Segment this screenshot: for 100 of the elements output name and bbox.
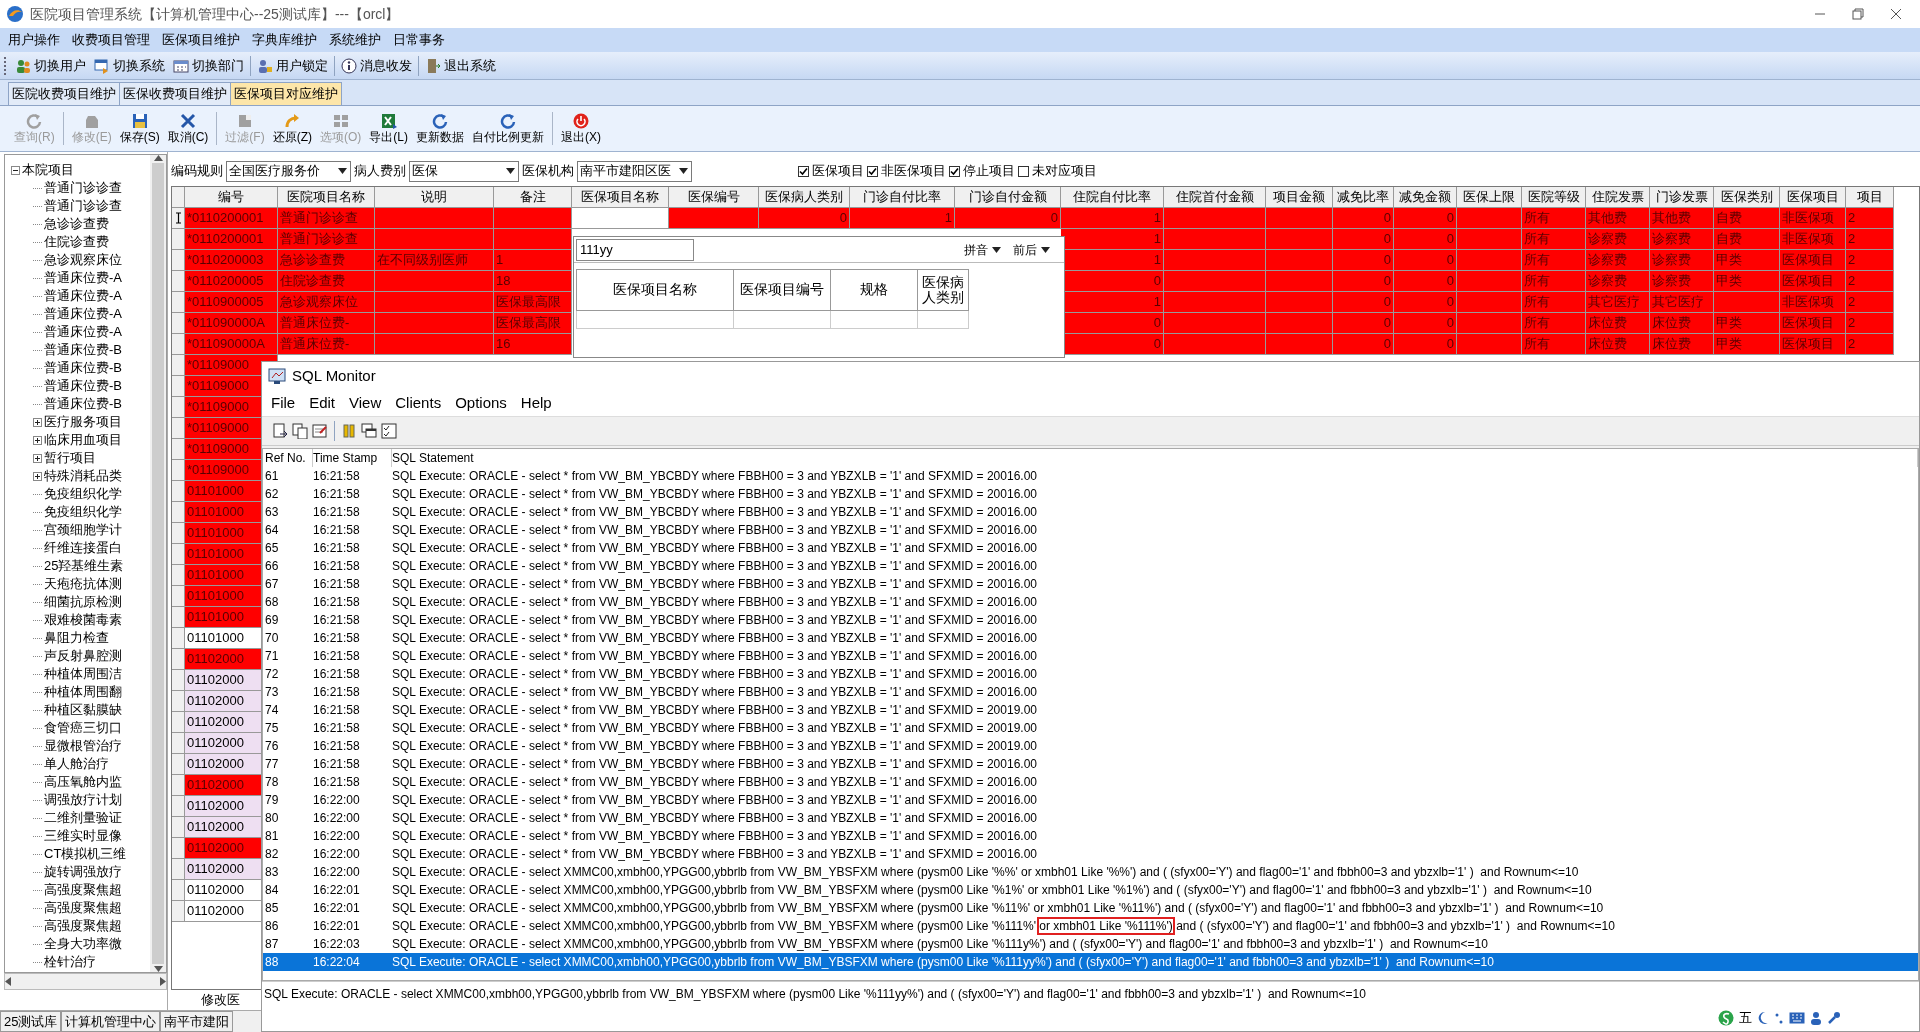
tab[interactable]: 医保收费项目维护 xyxy=(119,82,231,105)
table-cell[interactable]: 16:21:58 xyxy=(313,665,392,683)
tree-item[interactable]: 鼻阻力检查 xyxy=(44,628,109,648)
table-cell[interactable]: 16:21:58 xyxy=(313,773,392,791)
table-cell[interactable]: SQL Execute: ORACLE - select XMMC00,xmbh00,YPGG00,ybbrlb from VW_BM_YBSFXM where (pysm00 Like '%111%' or xmbh01 Like '%111%') and ( (sfyx00='Y') and flag00='1' and fbbh00=3 and ybzxlb='1' ) and Rownum<=10 xyxy=(392,917,1918,935)
tree-item[interactable]: 高强度聚焦超 xyxy=(44,916,122,936)
column-header[interactable]: 医保项目名称 xyxy=(572,187,669,208)
table-cell[interactable]: SQL Execute: ORACLE - select * from VW_BM_YBCBDY where FBBH00 = 3 and YBZXLB = '1' and SFXMID = 20016.00 xyxy=(392,791,1918,809)
table-cell[interactable]: 16:21:58 xyxy=(313,701,392,719)
menu-item[interactable]: Clients xyxy=(388,391,449,415)
tree-item[interactable]: 艰难梭菌毒素 xyxy=(44,610,122,630)
menu-item[interactable]: 用户操作 xyxy=(2,30,66,50)
tree-item[interactable]: 本院项目 xyxy=(22,160,74,180)
column-header[interactable]: Time Stamp xyxy=(313,449,392,467)
tree-item[interactable]: 普通床位费-B xyxy=(44,376,122,396)
table-cell[interactable]: 85 xyxy=(263,899,313,917)
table-cell[interactable]: 16:21:58 xyxy=(313,593,392,611)
table-cell[interactable]: 16:21:58 xyxy=(313,521,392,539)
menu-item[interactable]: Options xyxy=(448,391,514,415)
tree-item[interactable]: 临床用血项目 xyxy=(44,430,122,450)
tree-item[interactable]: 种植体周围洁 xyxy=(44,664,122,684)
dropdown-button[interactable]: 前后 xyxy=(1007,240,1056,259)
table-cell[interactable]: 16:22:00 xyxy=(313,827,392,845)
table-cell[interactable]: SQL Execute: ORACLE - select * from VW_BM_YBCBDY where FBBH00 = 3 and YBZXLB = '1' and SFXMID = 20016.00 xyxy=(392,539,1918,557)
tree-item[interactable]: 特殊消耗品类 xyxy=(44,466,122,486)
column-header[interactable]: 医保类别 xyxy=(1714,187,1780,208)
table-cell[interactable]: SQL Execute: ORACLE - select * from VW_BM_YBCBDY where FBBH00 = 3 and YBZXLB = '1' and SFXMID = 20016.00 xyxy=(392,611,1918,629)
tree-item[interactable]: 高强度聚焦超 xyxy=(44,880,122,900)
tree-item[interactable]: 细菌抗原检测 xyxy=(44,592,122,612)
toolbar-button[interactable]: 退出系统 xyxy=(421,54,500,77)
column-header[interactable]: 医院项目名称 xyxy=(278,187,375,208)
column-header[interactable]: 备注 xyxy=(494,187,572,208)
input-mode-text[interactable]: 五 xyxy=(1739,1008,1752,1028)
column-header[interactable]: 项目金额 xyxy=(1266,187,1333,208)
toolbar-button[interactable]: 退出(X) xyxy=(557,108,605,149)
table-cell[interactable]: SQL Execute: ORACLE - select * from VW_BM_YBCBDY where FBBH00 = 3 and YBZXLB = '1' and SFXMID = 20016.00 xyxy=(392,485,1918,503)
tree-item[interactable]: 旋转调强放疗 xyxy=(44,862,122,882)
table-cell[interactable]: SQL Execute: ORACLE - select * from VW_BM_YBCBDY where FBBH00 = 3 and YBZXLB = '1' and SFXMID = 20019.00 xyxy=(392,701,1918,719)
table-cell[interactable]: 16:22:01 xyxy=(313,917,392,935)
menu-item[interactable]: Help xyxy=(513,391,559,415)
table-cell[interactable]: 16:21:58 xyxy=(313,755,392,773)
table-cell[interactable]: SQL Execute: ORACLE - select * from VW_BM_YBCBDY where FBBH00 = 3 and YBZXLB = '1' and SFXMID = 20016.00 xyxy=(392,665,1918,683)
table-cell[interactable]: 16:21:58 xyxy=(313,719,392,737)
column-header[interactable]: 医院等级 xyxy=(1522,187,1586,208)
column-header[interactable]: 项目 xyxy=(1846,187,1894,208)
table-cell[interactable]: SQL Execute: ORACLE - select * from VW_BM_YBCBDY where FBBH00 = 3 and YBZXLB = '1' and SFXMID = 20016.00 xyxy=(392,755,1918,773)
tree-item[interactable]: 单人舱治疗 xyxy=(44,754,109,774)
dropdown-field[interactable]: 医保 xyxy=(409,160,519,182)
tree-item[interactable]: 普通床位费-A xyxy=(44,304,122,324)
table-cell[interactable]: 16:21:58 xyxy=(313,485,392,503)
tree-item[interactable]: 暂行项目 xyxy=(44,448,96,468)
column-header[interactable]: 门诊自付金额 xyxy=(955,187,1061,208)
table-cell[interactable]: SQL Execute: ORACLE - select * from VW_BM_YBCBDY where FBBH00 = 3 and YBZXLB = '1' and SFXMID = 20016.00 xyxy=(392,629,1918,647)
column-header[interactable]: 规格 xyxy=(830,269,918,311)
table-cell[interactable]: 16:22:00 xyxy=(313,845,392,863)
toolbar-button[interactable]: 消息收发 xyxy=(337,54,416,77)
table-cell[interactable]: 16:22:01 xyxy=(313,881,392,899)
table-cell[interactable]: SQL Execute: ORACLE - select * from VW_BM_YBCBDY where FBBH00 = 3 and YBZXLB = '1' and SFXMID = 20016.00 xyxy=(392,809,1918,827)
table-cell[interactable]: 16:21:58 xyxy=(313,503,392,521)
tree-item[interactable]: 医疗服务项目 xyxy=(44,412,122,432)
menu-item[interactable]: Edit xyxy=(302,391,343,415)
toolbar-button[interactable]: 切换用户 xyxy=(11,54,90,77)
table-cell[interactable]: SQL Execute: ORACLE - select * from VW_BM_YBCBDY where FBBH00 = 3 and YBZXLB = '1' and SFXMID = 20016.00 xyxy=(392,683,1918,701)
tree-item[interactable]: 普通床位费-B xyxy=(44,340,122,360)
toolbar-button[interactable]: 还原(Z) xyxy=(268,108,316,149)
table-cell[interactable]: 16:21:58 xyxy=(313,611,392,629)
column-header[interactable]: 医保项目 xyxy=(1780,187,1846,208)
column-header[interactable]: 医保项目编号 xyxy=(733,269,831,311)
menu-item[interactable]: 收费项目管理 xyxy=(66,30,156,50)
column-header[interactable]: 医保上限 xyxy=(1457,187,1522,208)
table-cell[interactable]: SQL Execute: ORACLE - select * from VW_BM_YBCBDY where FBBH00 = 3 and YBZXLB = '1' and SFXMID = 20016.00 xyxy=(392,575,1918,593)
dropdown-field[interactable]: 全国医疗服务价 xyxy=(226,160,351,182)
toolbar-button[interactable]: 切换系统 xyxy=(90,54,169,77)
table-cell[interactable]: 16:22:03 xyxy=(313,935,392,953)
toolbar-button[interactable]: 导出(L) xyxy=(365,108,412,149)
table-cell[interactable]: SQL Execute: ORACLE - select * from VW_BM_YBCBDY where FBBH00 = 3 and YBZXLB = '1' and SFXMID = 20019.00 xyxy=(392,719,1918,737)
tree-item[interactable]: 普通床位费-A xyxy=(44,286,122,306)
table-cell[interactable]: 16:21:58 xyxy=(313,467,392,485)
tree-item[interactable]: 高强度聚焦超 xyxy=(44,898,122,918)
tree-item[interactable]: 普通门诊诊查 xyxy=(44,178,122,198)
column-header[interactable]: 住院发票 xyxy=(1586,187,1650,208)
column-header[interactable]: SQL Statement xyxy=(392,449,1918,467)
column-header[interactable]: 医保编号 xyxy=(669,187,759,208)
table-cell[interactable]: SQL Execute: ORACLE - select * from VW_BM_YBCBDY where FBBH00 = 3 and YBZXLB = '1' and SFXMID = 20016.00 xyxy=(392,827,1918,845)
tab[interactable]: 医保项目对应维护 xyxy=(230,82,342,105)
tree-item[interactable]: 急诊观察床位 xyxy=(44,250,122,270)
table-cell[interactable]: 16:22:00 xyxy=(313,809,392,827)
toolbar-button[interactable]: 用户锁定 xyxy=(253,54,332,77)
tree-item[interactable]: 食管癌三切口 xyxy=(44,718,122,738)
table-cell[interactable]: SQL Execute: ORACLE - select XMMC00,xmbh00,YPGG00,ybbrlb from VW_BM_YBSFXM where (pysm00 Like '%111y%') and ( (sfyx00='Y') and flag00='1' and fbbh00=3 and ybzxlb='1' ) and Rownum<=10 xyxy=(392,935,1918,953)
tree-item[interactable]: 调强放疗计划 xyxy=(44,790,122,810)
tree-item[interactable]: 普通床位费-B xyxy=(44,394,122,414)
tree-item[interactable]: 天疱疮抗体测 xyxy=(44,574,122,594)
table-cell[interactable]: SQL Execute: ORACLE - select XMMC00,xmbh00,YPGG00,ybbrlb from VW_BM_YBSFXM where (pysm00 Like '%1%' or xmbh01 Like '%1%') and ( (sfyx00='Y') and flag00='1' and fbbh00=3 and ybzxlb='1' ) and Rownum<=10 xyxy=(392,881,1918,899)
table-cell[interactable]: SQL Execute: ORACLE - select XMMC00,xmbh00,YPGG00,ybbrlb from VW_BM_YBSFXM where (pysm00 Like '%11%' or xmbh01 Like '%11%') and ( (sfyx00='Y') and flag00='1' and fbbh00=3 and ybzxlb='1' ) and Rownum<=10 xyxy=(392,899,1918,917)
table-cell[interactable]: SQL Execute: ORACLE - select XMMC00,xmbh00,YPGG00,ybbrlb from VW_BM_YBSFXM where (pysm00 Like '%%' or xmbh01 Like '%%') and ( (sfyx00='Y') and flag00='1' and fbbh00=3 and ybzxlb='1' ) and Rownum<=10 xyxy=(392,863,1918,881)
menu-item[interactable]: View xyxy=(342,391,389,415)
column-header[interactable]: 减免比率 xyxy=(1333,187,1394,208)
table-cell[interactable]: 16:21:58 xyxy=(313,539,392,557)
column-header[interactable]: 住院首付金额 xyxy=(1164,187,1266,208)
